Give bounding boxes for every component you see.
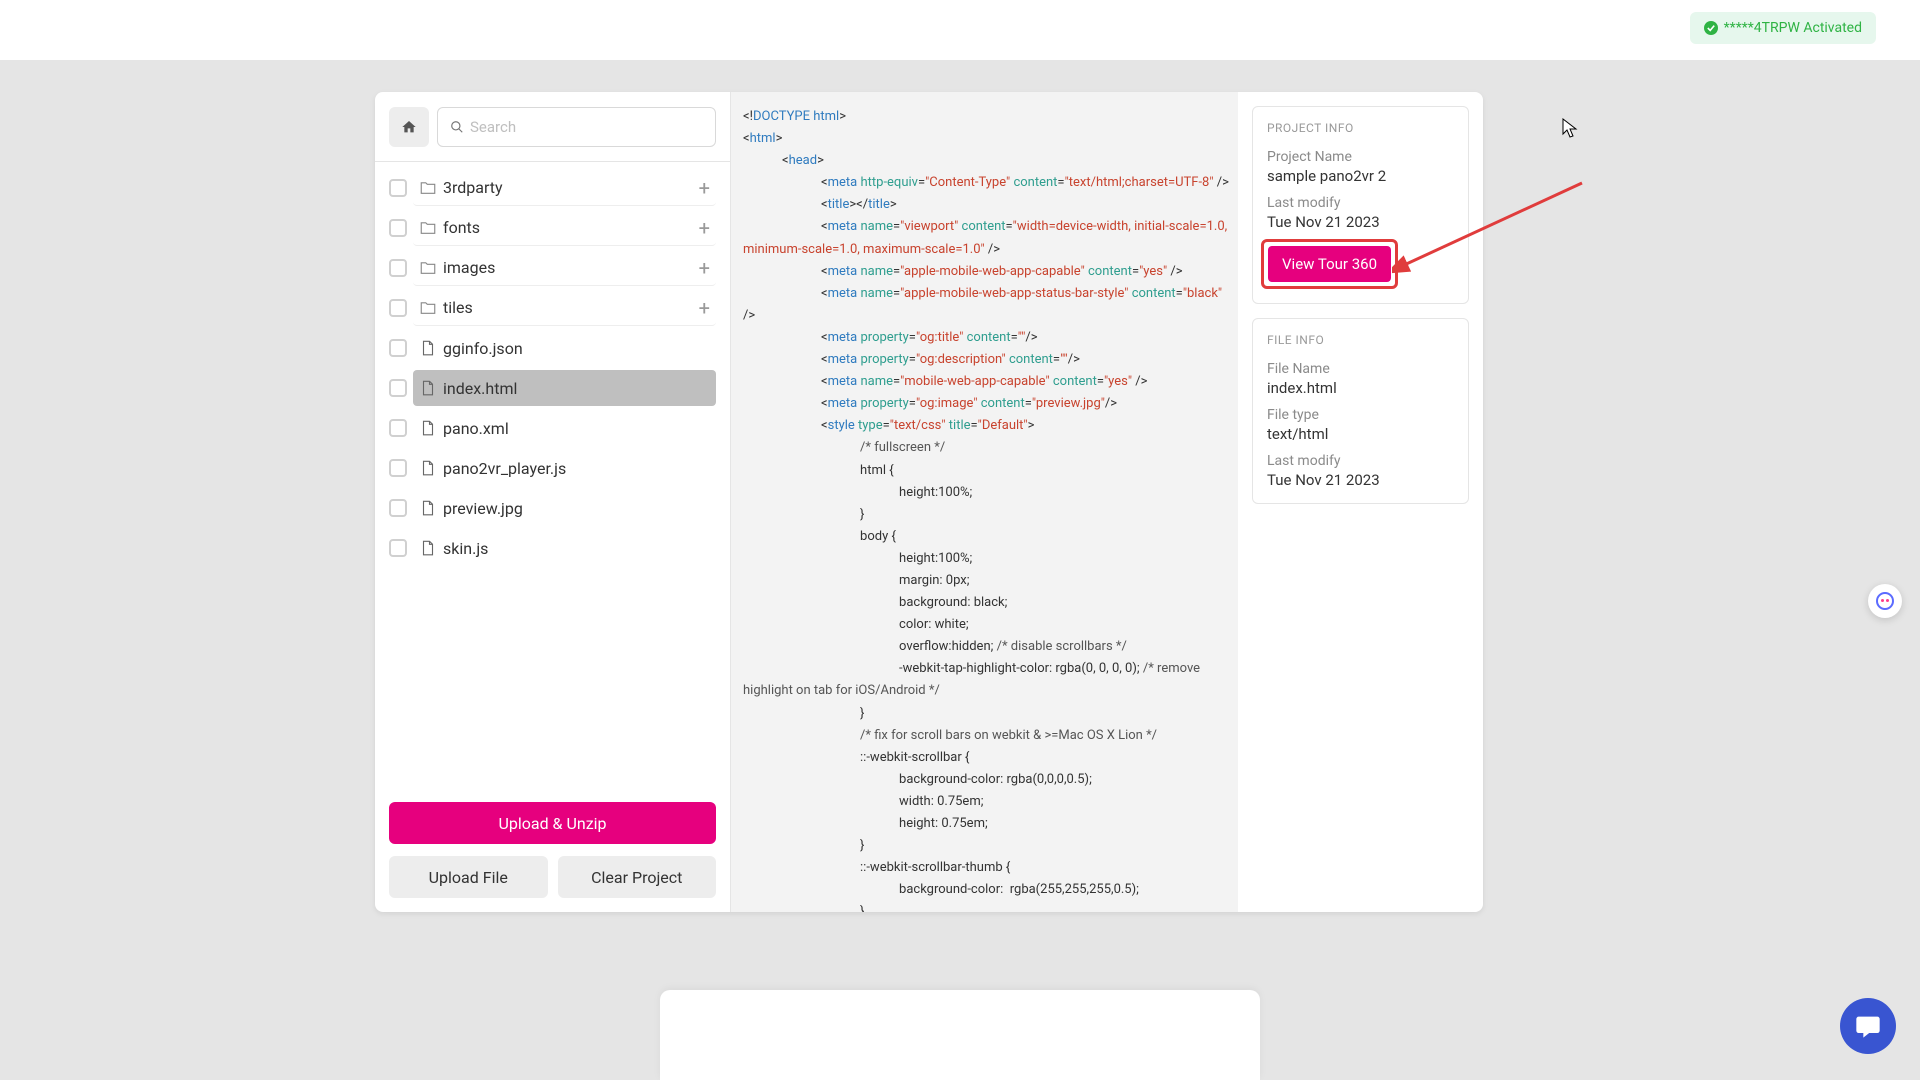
search-icon (450, 120, 464, 134)
file-row[interactable]: skin.js (389, 528, 716, 568)
file-type-value: text/html (1267, 425, 1454, 443)
file-name: preview.jpg (443, 499, 523, 518)
file-panel: 3rdparty + fonts + images + tiles + gginfo.json i… (375, 92, 731, 912)
checkbox[interactable] (389, 379, 407, 397)
project-modify-value: Tue Nov 21 2023 (1267, 213, 1454, 231)
upload-file-button[interactable]: Upload File (389, 856, 548, 898)
folder-name: 3rdparty (443, 178, 503, 197)
folder-name: tiles (443, 298, 473, 317)
checkbox[interactable] (389, 459, 407, 477)
file-type-label: File type (1267, 407, 1454, 423)
folder-row[interactable]: tiles + (389, 288, 716, 328)
file-row[interactable]: pano.xml (389, 408, 716, 448)
file-name-label: File Name (1267, 361, 1454, 377)
plus-icon[interactable]: + (699, 296, 710, 320)
checkbox[interactable] (389, 299, 407, 317)
file-list: 3rdparty + fonts + images + tiles + gginfo.json i… (375, 162, 730, 788)
project-modify-label: Last modify (1267, 195, 1454, 211)
activation-badge: *****4TRPW Activated (1690, 12, 1876, 44)
plus-icon[interactable]: + (699, 256, 710, 280)
plus-icon[interactable]: + (699, 176, 710, 200)
upload-unzip-button[interactable]: Upload & Unzip (389, 802, 716, 844)
project-name-value: sample pano2vr 2 (1267, 167, 1454, 185)
folder-name: fonts (443, 218, 480, 237)
file-name: pano.xml (443, 419, 509, 438)
view-tour-button[interactable]: View Tour 360 (1268, 246, 1391, 282)
clear-project-button[interactable]: Clear Project (558, 856, 717, 898)
folder-row[interactable]: fonts + (389, 208, 716, 248)
home-button[interactable] (389, 107, 429, 147)
file-name: index.html (443, 379, 517, 398)
view-tour-highlight: View Tour 360 (1261, 239, 1398, 289)
project-info-card: PROJECT INFO Project Name sample pano2vr… (1252, 106, 1469, 304)
file-name: gginfo.json (443, 339, 523, 358)
search-input[interactable] (470, 118, 703, 136)
info-sidebar: PROJECT INFO Project Name sample pano2vr… (1238, 92, 1483, 912)
face-icon (1876, 592, 1894, 610)
project-info-heading: PROJECT INFO (1267, 121, 1454, 135)
plus-icon[interactable]: + (699, 216, 710, 240)
file-info-card: FILE INFO File Name index.html File type… (1252, 318, 1469, 504)
file-info-heading: FILE INFO (1267, 333, 1454, 347)
main-card: 3rdparty + fonts + images + tiles + gginfo.json i… (375, 92, 1483, 912)
search-field[interactable] (437, 107, 716, 147)
file-name: skin.js (443, 539, 488, 558)
check-icon (1704, 21, 1718, 35)
file-row[interactable]: index.html (389, 368, 716, 408)
checkbox[interactable] (389, 539, 407, 557)
code-viewer[interactable]: <!DOCTYPE html> <html> <head> <meta http… (731, 92, 1238, 912)
file-modify-label: Last modify (1267, 453, 1454, 469)
checkbox[interactable] (389, 499, 407, 517)
file-row[interactable]: gginfo.json (389, 328, 716, 368)
checkbox[interactable] (389, 179, 407, 197)
file-name-value: index.html (1267, 379, 1454, 397)
file-modify-value: Tue Nov 21 2023 (1267, 471, 1454, 489)
chat-button[interactable] (1840, 998, 1896, 1054)
folder-name: images (443, 258, 495, 277)
folder-row[interactable]: images + (389, 248, 716, 288)
project-name-label: Project Name (1267, 149, 1454, 165)
chat-icon (1854, 1012, 1882, 1040)
checkbox[interactable] (389, 259, 407, 277)
file-name: pano2vr_player.js (443, 459, 566, 478)
activation-text: *****4TRPW Activated (1724, 20, 1862, 36)
bottom-card (660, 990, 1260, 1080)
help-widget-button[interactable] (1868, 584, 1902, 618)
home-icon (401, 119, 417, 135)
folder-row[interactable]: 3rdparty + (389, 168, 716, 208)
file-row[interactable]: preview.jpg (389, 488, 716, 528)
cursor-icon (1562, 118, 1578, 140)
checkbox[interactable] (389, 339, 407, 357)
file-row[interactable]: pano2vr_player.js (389, 448, 716, 488)
file-panel-header (375, 92, 730, 162)
file-actions: Upload & Unzip Upload File Clear Project (375, 788, 730, 912)
checkbox[interactable] (389, 419, 407, 437)
checkbox[interactable] (389, 219, 407, 237)
top-bar: *****4TRPW Activated (0, 0, 1920, 61)
